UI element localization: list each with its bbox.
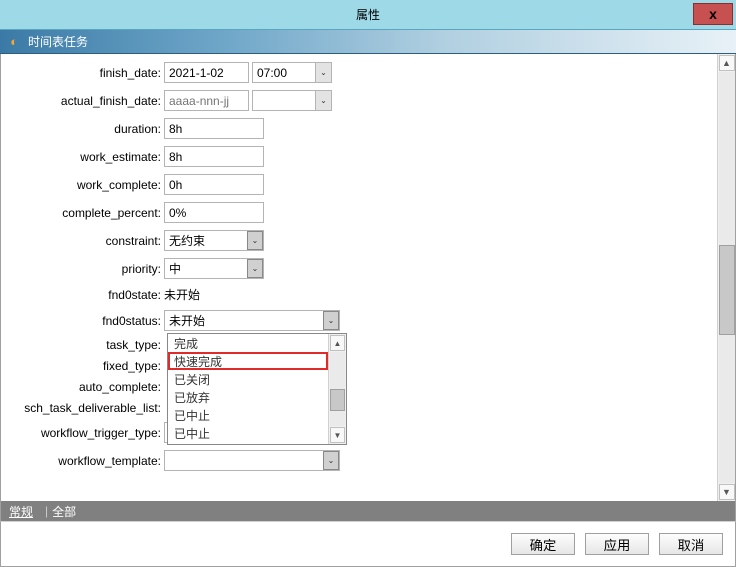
scroll-track[interactable] xyxy=(330,352,345,426)
label-fixed-type: fixed_type: xyxy=(11,359,164,373)
clock-icon: ◐ xyxy=(6,34,22,50)
chevron-down-icon[interactable]: ⌄ xyxy=(323,311,339,330)
label-complete-percent: complete_percent: xyxy=(11,206,164,220)
finish-date-input[interactable] xyxy=(164,62,249,83)
workflow-template-select[interactable] xyxy=(164,450,340,471)
label-workflow-trigger-type: workflow_trigger_type: xyxy=(11,426,164,440)
complete-percent-input[interactable] xyxy=(164,202,264,223)
label-auto-complete: auto_complete: xyxy=(11,380,164,394)
chevron-down-icon[interactable]: ⌄ xyxy=(247,259,263,278)
close-icon: x xyxy=(709,6,717,22)
close-button[interactable]: x xyxy=(693,3,733,25)
tab-all[interactable]: 全部 xyxy=(48,501,80,522)
title-bar: 属性 x xyxy=(0,0,736,30)
label-fnd0status: fnd0status: xyxy=(11,314,164,328)
dialog-footer: 确定 应用 取消 xyxy=(0,521,736,567)
section-header: ◐ 时间表任务 xyxy=(0,30,736,54)
label-task-type: task_type: xyxy=(11,338,164,352)
window-title: 属性 xyxy=(356,6,380,23)
cancel-button[interactable]: 取消 xyxy=(659,533,723,555)
dropdown-option[interactable]: 已关闭 xyxy=(168,370,328,388)
content-scrollbar[interactable]: ▲ ▼ xyxy=(717,54,735,501)
scroll-thumb[interactable] xyxy=(330,389,345,411)
dropdown-option[interactable]: 已中止 xyxy=(168,406,328,424)
ok-button[interactable]: 确定 xyxy=(511,533,575,555)
section-title: 时间表任务 xyxy=(28,33,88,50)
label-actual-finish-date: actual_finish_date: xyxy=(11,94,164,108)
label-fnd0state: fnd0state: xyxy=(11,288,164,302)
fnd0status-dropdown[interactable]: 完成 快速完成 已关闭 已放弃 已中止 已中止 ▲ ▼ xyxy=(167,333,347,445)
fnd0state-value: 未开始 xyxy=(164,286,200,303)
scroll-down-icon[interactable]: ▼ xyxy=(330,427,345,443)
label-work-complete: work_complete: xyxy=(11,178,164,192)
dropdown-list: 完成 快速完成 已关闭 已放弃 已中止 已中止 xyxy=(168,334,328,444)
scroll-track[interactable] xyxy=(719,72,735,483)
apply-button[interactable]: 应用 xyxy=(585,533,649,555)
dropdown-option[interactable]: 完成 xyxy=(168,334,328,352)
duration-input[interactable] xyxy=(164,118,264,139)
chevron-down-icon[interactable]: ⌄ xyxy=(323,451,339,470)
dropdown-scrollbar[interactable]: ▲ ▼ xyxy=(328,334,346,444)
dropdown-option[interactable]: 已中止 xyxy=(168,424,328,442)
form-content: finish_date: ⌄ actual_finish_date: ⌄ xyxy=(1,54,717,501)
dropdown-option[interactable]: 已放弃 xyxy=(168,388,328,406)
dropdown-option-highlighted[interactable]: 快速完成 xyxy=(168,352,328,370)
chevron-down-icon[interactable]: ⌄ xyxy=(315,63,331,82)
chevron-down-icon[interactable]: ⌄ xyxy=(247,231,263,250)
scroll-up-icon[interactable]: ▲ xyxy=(330,335,345,351)
label-workflow-template: workflow_template: xyxy=(11,454,164,468)
scroll-down-icon[interactable]: ▼ xyxy=(719,484,735,500)
tab-general[interactable]: 常规 xyxy=(5,501,37,522)
fnd0status-select[interactable] xyxy=(164,310,340,331)
actual-finish-date-input[interactable] xyxy=(164,90,249,111)
work-complete-input[interactable] xyxy=(164,174,264,195)
label-constraint: constraint: xyxy=(11,234,164,248)
label-finish-date: finish_date: xyxy=(11,66,164,80)
scroll-thumb[interactable] xyxy=(719,245,735,335)
chevron-down-icon[interactable]: ⌄ xyxy=(315,91,331,110)
scroll-up-icon[interactable]: ▲ xyxy=(719,55,735,71)
label-work-estimate: work_estimate: xyxy=(11,150,164,164)
label-duration: duration: xyxy=(11,122,164,136)
tab-bar: 常规 | 全部 xyxy=(0,501,736,521)
label-sch-task-deliverable-list: sch_task_deliverable_list: xyxy=(11,401,164,415)
work-estimate-input[interactable] xyxy=(164,146,264,167)
label-priority: priority: xyxy=(11,262,164,276)
